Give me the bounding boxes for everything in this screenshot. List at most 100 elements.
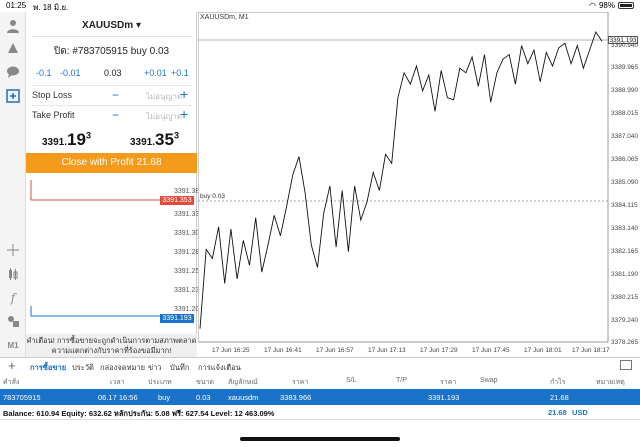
take-profit-label: Take Profit bbox=[32, 110, 75, 120]
step-minus-01[interactable]: -0.1 bbox=[36, 68, 52, 78]
chart-title: XAUUSDm, M1 bbox=[200, 14, 249, 21]
col-order: คำสั่ง bbox=[3, 379, 20, 386]
row-profit: 21.68 bbox=[550, 393, 569, 402]
left-toolbar: f M1 bbox=[0, 12, 26, 357]
bid-price: 3391.193 bbox=[42, 130, 91, 150]
user-icon[interactable] bbox=[5, 18, 21, 34]
divider bbox=[32, 36, 192, 37]
chat-icon[interactable] bbox=[5, 64, 21, 80]
divider bbox=[32, 105, 192, 106]
step-minus-001[interactable]: -0.01 bbox=[60, 68, 81, 78]
take-profit-row: Take Profit − ไม่อนุญาต + bbox=[26, 106, 197, 123]
y-tick: 3379.240 bbox=[611, 317, 639, 324]
close-with-profit-button[interactable]: Close with Profit 21.68 bbox=[26, 153, 197, 173]
row-price: 3391.193 bbox=[428, 393, 460, 402]
col-swap: Swap bbox=[480, 377, 498, 384]
row-symbol: xauusdm bbox=[228, 393, 259, 402]
wifi-icon: ◠ bbox=[589, 1, 596, 10]
tick-chart: 3391.380 3391.353 3391.330 3391.305 3391… bbox=[26, 180, 203, 332]
x-tick: 17 Jun 17:29 bbox=[420, 347, 458, 354]
battery-icon bbox=[618, 2, 634, 9]
tab-news[interactable]: ข่าว bbox=[148, 362, 162, 374]
x-tick: 17 Jun 16:57 bbox=[316, 347, 354, 354]
market-warning: คำเตือน! การซื้อขายจะถูกดำเนินการตามสภาพ… bbox=[26, 334, 197, 357]
ask-price: 3391.353 bbox=[130, 130, 179, 150]
bid-price-sup: 3 bbox=[85, 130, 91, 141]
y-tick: 3385.090 bbox=[611, 179, 639, 186]
price-chart[interactable]: XAUUSDm, M1 buy 0.03 3391.193 3390.940 3… bbox=[198, 12, 640, 357]
balance-bar: Balance: 610.94 Equity: 632.62 หลักประกั… bbox=[0, 405, 640, 420]
x-tick: 17 Jun 17:13 bbox=[368, 347, 406, 354]
indicators-icon[interactable]: f bbox=[5, 290, 21, 306]
ask-price-sup: 3 bbox=[173, 130, 179, 141]
ask-price-main: 3391. bbox=[130, 137, 156, 148]
volume-value[interactable]: 0.03 bbox=[104, 68, 122, 78]
take-profit-plus-button[interactable]: + bbox=[180, 106, 188, 122]
status-time: 01:25 bbox=[6, 1, 27, 10]
step-plus-01[interactable]: +0.1 bbox=[171, 68, 189, 78]
divider bbox=[32, 85, 192, 86]
table-row[interactable]: 783705915 06.17 16:56 buy 0.03 xauusdm 3… bbox=[0, 389, 640, 405]
col-price: ราคา bbox=[440, 379, 457, 386]
y-tick: 3378.265 bbox=[611, 339, 639, 346]
stop-loss-plus-button[interactable]: + bbox=[180, 86, 188, 102]
tab-alerts[interactable]: การแจ้งเตือน bbox=[198, 362, 241, 374]
x-tick: 17 Jun 18:17 bbox=[572, 347, 610, 354]
y-tick: 3383.140 bbox=[611, 225, 639, 232]
new-order-icon[interactable] bbox=[5, 88, 21, 104]
buy-order-label: buy 0.03 bbox=[200, 193, 225, 200]
objects-icon[interactable] bbox=[5, 313, 21, 329]
add-icon[interactable]: + bbox=[8, 358, 16, 373]
col-type: ประเภท bbox=[148, 379, 172, 386]
row-order: 783705915 bbox=[3, 393, 41, 402]
terminal-tabs: + การซื้อขาย ประวัติ กล่องจดหมาย ข่าว บั… bbox=[0, 357, 640, 377]
take-profit-minus-button[interactable]: − bbox=[112, 108, 119, 122]
row-type: buy bbox=[158, 393, 171, 402]
ask-level-tag: 3391.353 bbox=[160, 196, 194, 205]
total-profit: 21.68 bbox=[548, 408, 567, 417]
col-symbol: สัญลักษณ์ bbox=[228, 379, 258, 386]
row-open-price: 3383.966 bbox=[280, 393, 312, 402]
tab-history[interactable]: ประวัติ bbox=[72, 362, 94, 374]
expand-icon[interactable] bbox=[620, 360, 632, 370]
x-tick: 17 Jun 16:41 bbox=[264, 347, 302, 354]
accounts-icon[interactable] bbox=[5, 40, 21, 56]
y-tick: 3381.190 bbox=[611, 271, 639, 278]
symbol-selector[interactable]: XAUUSDm ▾ bbox=[26, 20, 197, 31]
chart-type-icon[interactable] bbox=[5, 266, 21, 282]
col-comment: หมายเหตุ bbox=[596, 379, 625, 386]
status-bar: 01:25 พ. 18 มิ.ย. ◠ 98% bbox=[0, 0, 640, 12]
step-plus-001[interactable]: +0.01 bbox=[144, 68, 167, 78]
y-tick: 3389.965 bbox=[611, 64, 639, 71]
order-title: ปิด: #783705915 buy 0.03 bbox=[53, 46, 170, 57]
x-tick: 17 Jun 17:45 bbox=[472, 347, 510, 354]
trade-table-header: คำสั่ง เวลา ประเภท ขนาด สัญลักษณ์ ราคา S… bbox=[0, 375, 640, 388]
y-tick: 3380.215 bbox=[611, 294, 639, 301]
x-tick: 17 Jun 16:25 bbox=[212, 347, 250, 354]
volume-stepper: -0.1 -0.01 0.03 +0.01 +0.1 bbox=[26, 68, 197, 80]
bid-tick-line bbox=[30, 306, 160, 317]
symbol-name: XAUUSDm bbox=[82, 20, 134, 31]
ask-price-big: 35 bbox=[155, 130, 174, 149]
y-tick: 3387.040 bbox=[611, 133, 639, 140]
row-size: 0.03 bbox=[196, 393, 211, 402]
crosshair-icon[interactable] bbox=[5, 242, 21, 258]
col-time: เวลา bbox=[110, 379, 125, 386]
timeframe-button[interactable]: M1 bbox=[5, 337, 21, 353]
stop-loss-minus-button[interactable]: − bbox=[112, 88, 119, 102]
col-sl: S/L bbox=[346, 377, 357, 384]
bid-level-tag: 3391.193 bbox=[160, 314, 194, 323]
chart-frame bbox=[198, 12, 609, 343]
y-tick: 3388.015 bbox=[611, 110, 639, 117]
stop-loss-input[interactable]: ไม่อนุญาต bbox=[146, 90, 182, 103]
balance-summary: Balance: 610.94 Equity: 632.62 หลักประกั… bbox=[3, 409, 275, 418]
currency: USD bbox=[572, 408, 588, 417]
home-indicator[interactable] bbox=[240, 437, 400, 441]
y-tick: 3382.165 bbox=[611, 248, 639, 255]
stop-loss-row: Stop Loss − ไม่อนุญาต + bbox=[26, 86, 197, 103]
take-profit-input[interactable]: ไม่อนุญาต bbox=[146, 110, 182, 123]
empty-area bbox=[0, 420, 640, 447]
tab-mailbox[interactable]: กล่องจดหมาย bbox=[100, 362, 145, 374]
tab-journal[interactable]: บันทึก bbox=[170, 362, 189, 374]
y-tick: 3390.940 bbox=[611, 42, 639, 49]
